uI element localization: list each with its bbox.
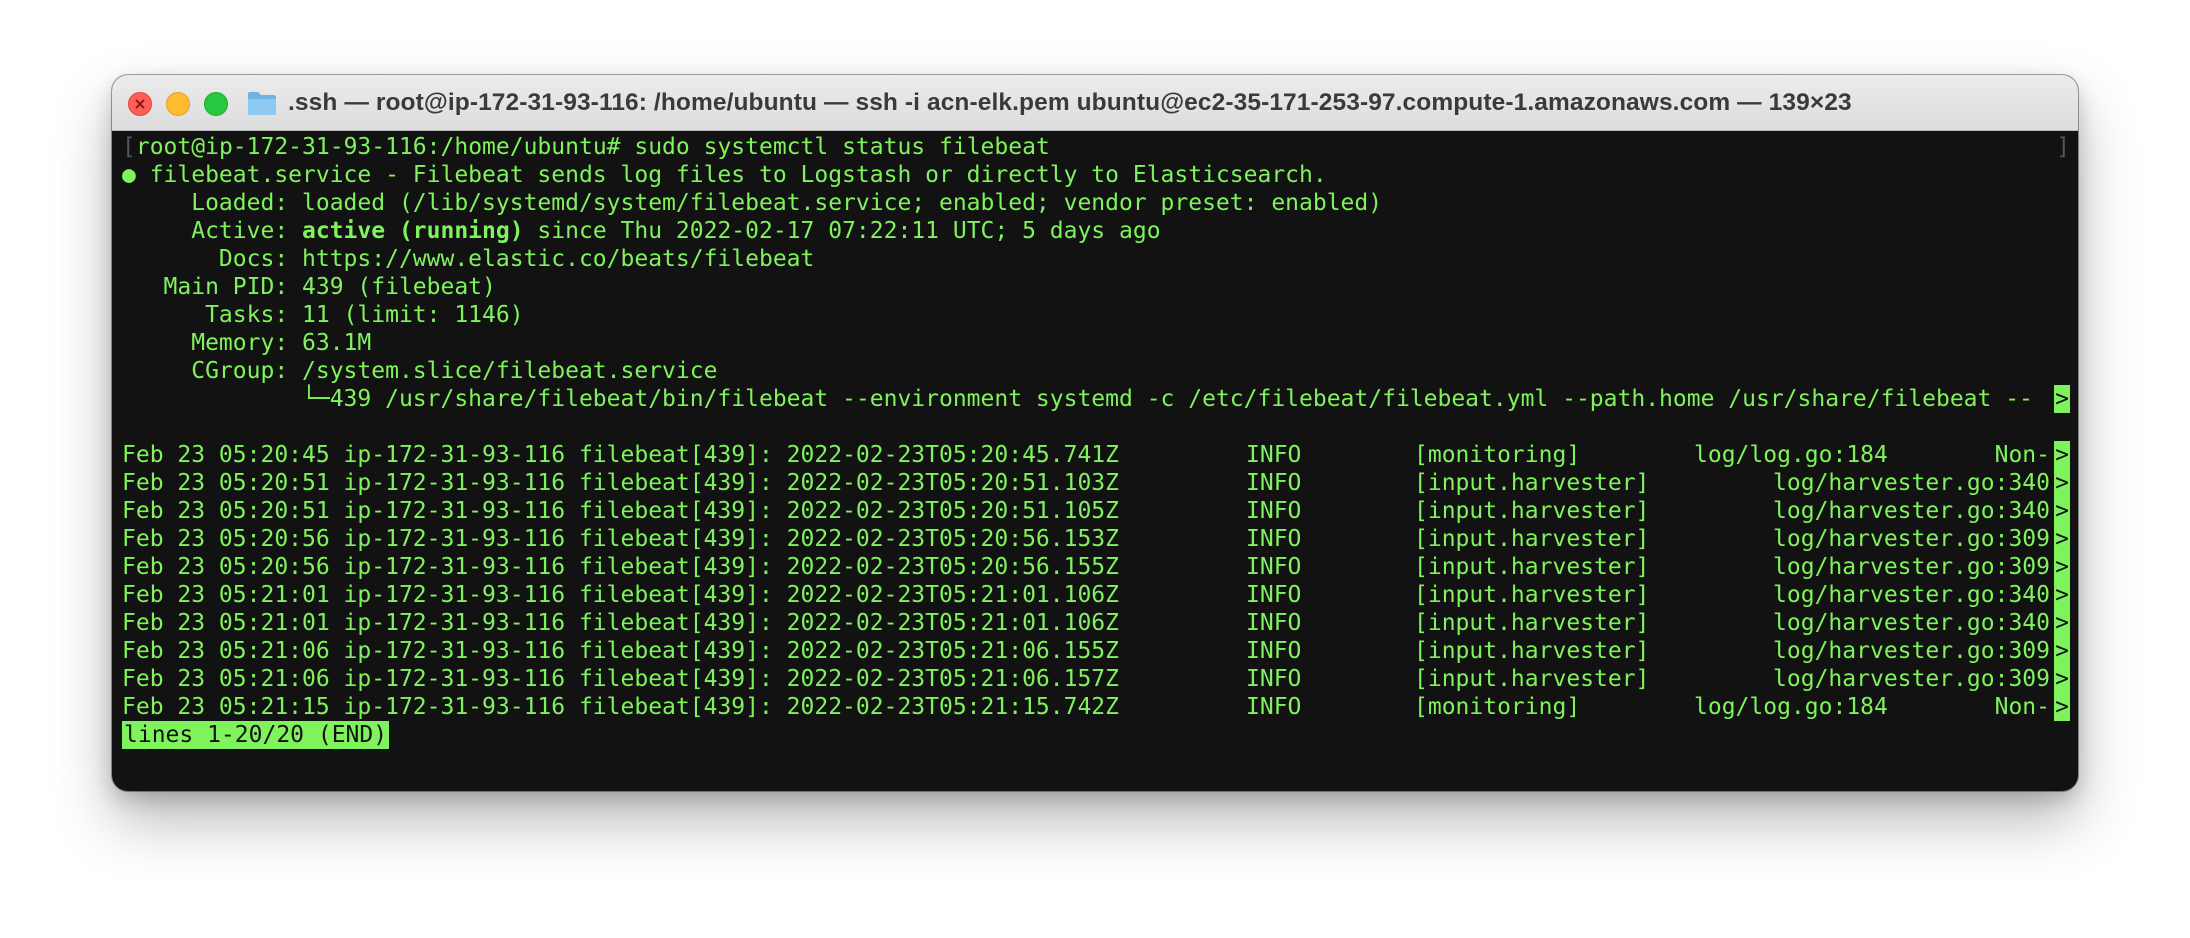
log-row: Feb 23 05:20:45 ip-172-31-93-116 filebea… bbox=[122, 441, 2074, 469]
truncation-marker: > bbox=[2054, 497, 2070, 525]
log-row: Feb 23 05:20:56 ip-172-31-93-116 filebea… bbox=[122, 553, 2074, 581]
close-window-button[interactable] bbox=[128, 92, 152, 116]
log-source: log/harvester.go:309 bbox=[1773, 666, 2050, 692]
truncation-marker: > bbox=[2054, 609, 2070, 637]
log-level: INFO bbox=[1246, 694, 1302, 720]
truncation-marker: > bbox=[2054, 693, 2070, 721]
active-line: Active: active (running) since Thu 2022-… bbox=[122, 217, 2074, 245]
prompt-line: [root@ip-172-31-93-116:/home/ubuntu# sud… bbox=[122, 133, 2074, 161]
log-source: log/harvester.go:309 bbox=[1773, 554, 2050, 580]
title-bar[interactable]: .ssh — root@ip-172-31-93-116: /home/ubun… bbox=[112, 75, 2078, 131]
log-component: [input.harvester] bbox=[1414, 666, 1650, 692]
truncation-marker: > bbox=[2054, 581, 2070, 609]
memory-line: Memory: 63.1M bbox=[122, 330, 372, 356]
terminal-output[interactable]: [root@ip-172-31-93-116:/home/ubuntu# sud… bbox=[122, 133, 2074, 791]
log-timestamp-host: Feb 23 05:21:15 ip-172-31-93-116 filebea… bbox=[122, 694, 1119, 720]
truncation-marker: > bbox=[2054, 553, 2070, 581]
minimize-window-button[interactable] bbox=[166, 92, 190, 116]
log-component: [input.harvester] bbox=[1414, 582, 1650, 608]
log-source: log/log.go:184 bbox=[1694, 694, 1888, 720]
log-timestamp-host: Feb 23 05:21:06 ip-172-31-93-116 filebea… bbox=[122, 638, 1119, 664]
log-row: Feb 23 05:21:06 ip-172-31-93-116 filebea… bbox=[122, 637, 2074, 665]
title-area: .ssh — root@ip-172-31-93-116: /home/ubun… bbox=[246, 75, 2058, 131]
prompt-command: root@ip-172-31-93-116:/home/ubuntu# sudo… bbox=[135, 134, 1050, 160]
log-timestamp-host: Feb 23 05:20:51 ip-172-31-93-116 filebea… bbox=[122, 498, 1119, 524]
log-component: [input.harvester] bbox=[1414, 470, 1650, 496]
log-timestamp-host: Feb 23 05:21:06 ip-172-31-93-116 filebea… bbox=[122, 666, 1119, 692]
log-row: Feb 23 05:21:06 ip-172-31-93-116 filebea… bbox=[122, 665, 2074, 693]
log-timestamp-host: Feb 23 05:20:56 ip-172-31-93-116 filebea… bbox=[122, 526, 1119, 552]
log-level: INFO bbox=[1246, 638, 1302, 664]
traffic-lights bbox=[128, 92, 228, 116]
log-level: INFO bbox=[1246, 442, 1302, 468]
cgroup-process-line: └─439 /usr/share/filebeat/bin/filebeat -… bbox=[122, 385, 2074, 413]
log-tail: Non- bbox=[1994, 694, 2050, 720]
log-component: [input.harvester] bbox=[1414, 554, 1650, 580]
log-source: log/log.go:184 bbox=[1694, 442, 1888, 468]
log-row: Feb 23 05:20:56 ip-172-31-93-116 filebea… bbox=[122, 525, 2074, 553]
log-component: [monitoring] bbox=[1414, 442, 1581, 468]
log-component: [monitoring] bbox=[1414, 694, 1581, 720]
log-component: [input.harvester] bbox=[1414, 638, 1650, 664]
maximize-window-button[interactable] bbox=[204, 92, 228, 116]
active-label: Active: bbox=[122, 218, 303, 244]
log-level: INFO bbox=[1246, 610, 1302, 636]
log-timestamp-host: Feb 23 05:21:01 ip-172-31-93-116 filebea… bbox=[122, 582, 1119, 608]
tasks-line: Tasks: 11 (limit: 1146) bbox=[122, 302, 524, 328]
log-timestamp-host: Feb 23 05:20:45 ip-172-31-93-116 filebea… bbox=[122, 442, 1119, 468]
log-source: log/harvester.go:340 bbox=[1773, 470, 2050, 496]
log-source: log/harvester.go:340 bbox=[1773, 610, 2050, 636]
active-state: active (running) bbox=[302, 218, 524, 244]
active-since: since Thu 2022-02-17 07:22:11 UTC; 5 day… bbox=[523, 218, 1161, 244]
log-level: INFO bbox=[1246, 554, 1302, 580]
truncation-marker: > bbox=[2054, 385, 2070, 413]
loaded-line: Loaded: loaded (/lib/systemd/system/file… bbox=[122, 190, 1383, 216]
log-row: Feb 23 05:20:51 ip-172-31-93-116 filebea… bbox=[122, 497, 2074, 525]
cgroup-line: CGroup: /system.slice/filebeat.service bbox=[122, 358, 718, 384]
log-component: [input.harvester] bbox=[1414, 498, 1650, 524]
log-level: INFO bbox=[1246, 526, 1302, 552]
log-source: log/harvester.go:340 bbox=[1773, 582, 2050, 608]
journal-log-rows: Feb 23 05:20:45 ip-172-31-93-116 filebea… bbox=[122, 441, 2074, 721]
log-timestamp-host: Feb 23 05:21:01 ip-172-31-93-116 filebea… bbox=[122, 610, 1119, 636]
main-pid-line: Main PID: 439 (filebeat) bbox=[122, 274, 496, 300]
log-row: Feb 23 05:21:15 ip-172-31-93-116 filebea… bbox=[122, 693, 2074, 721]
truncation-marker: > bbox=[2054, 665, 2070, 693]
truncation-marker: > bbox=[2054, 525, 2070, 553]
log-level: INFO bbox=[1246, 582, 1302, 608]
log-component: [input.harvester] bbox=[1414, 610, 1650, 636]
log-level: INFO bbox=[1246, 498, 1302, 524]
window-title: .ssh — root@ip-172-31-93-116: /home/ubun… bbox=[288, 89, 1852, 116]
log-tail: Non- bbox=[1994, 442, 2050, 468]
pager-status-line: lines 1-20/20 (END) bbox=[122, 721, 2074, 749]
truncation-marker: > bbox=[2054, 441, 2070, 469]
log-timestamp-host: Feb 23 05:20:51 ip-172-31-93-116 filebea… bbox=[122, 470, 1119, 496]
terminal-window: .ssh — root@ip-172-31-93-116: /home/ubun… bbox=[112, 75, 2078, 791]
log-source: log/harvester.go:309 bbox=[1773, 638, 2050, 664]
log-source: log/harvester.go:340 bbox=[1773, 498, 2050, 524]
log-row: Feb 23 05:21:01 ip-172-31-93-116 filebea… bbox=[122, 609, 2074, 637]
service-line: ● filebeat.service - Filebeat sends log … bbox=[122, 162, 1327, 188]
truncation-marker: > bbox=[2054, 469, 2070, 497]
folder-icon bbox=[248, 92, 276, 115]
log-row: Feb 23 05:21:01 ip-172-31-93-116 filebea… bbox=[122, 581, 2074, 609]
truncation-marker: > bbox=[2054, 637, 2070, 665]
log-timestamp-host: Feb 23 05:20:56 ip-172-31-93-116 filebea… bbox=[122, 554, 1119, 580]
log-row: Feb 23 05:20:51 ip-172-31-93-116 filebea… bbox=[122, 469, 2074, 497]
log-component: [input.harvester] bbox=[1414, 526, 1650, 552]
log-level: INFO bbox=[1246, 666, 1302, 692]
docs-line: Docs: https://www.elastic.co/beats/fileb… bbox=[122, 246, 815, 272]
log-level: INFO bbox=[1246, 470, 1302, 496]
pager-status: lines 1-20/20 (END) bbox=[122, 721, 390, 749]
log-source: log/harvester.go:309 bbox=[1773, 526, 2050, 552]
cgroup-process-text: └─439 /usr/share/filebeat/bin/filebeat -… bbox=[122, 386, 2033, 412]
